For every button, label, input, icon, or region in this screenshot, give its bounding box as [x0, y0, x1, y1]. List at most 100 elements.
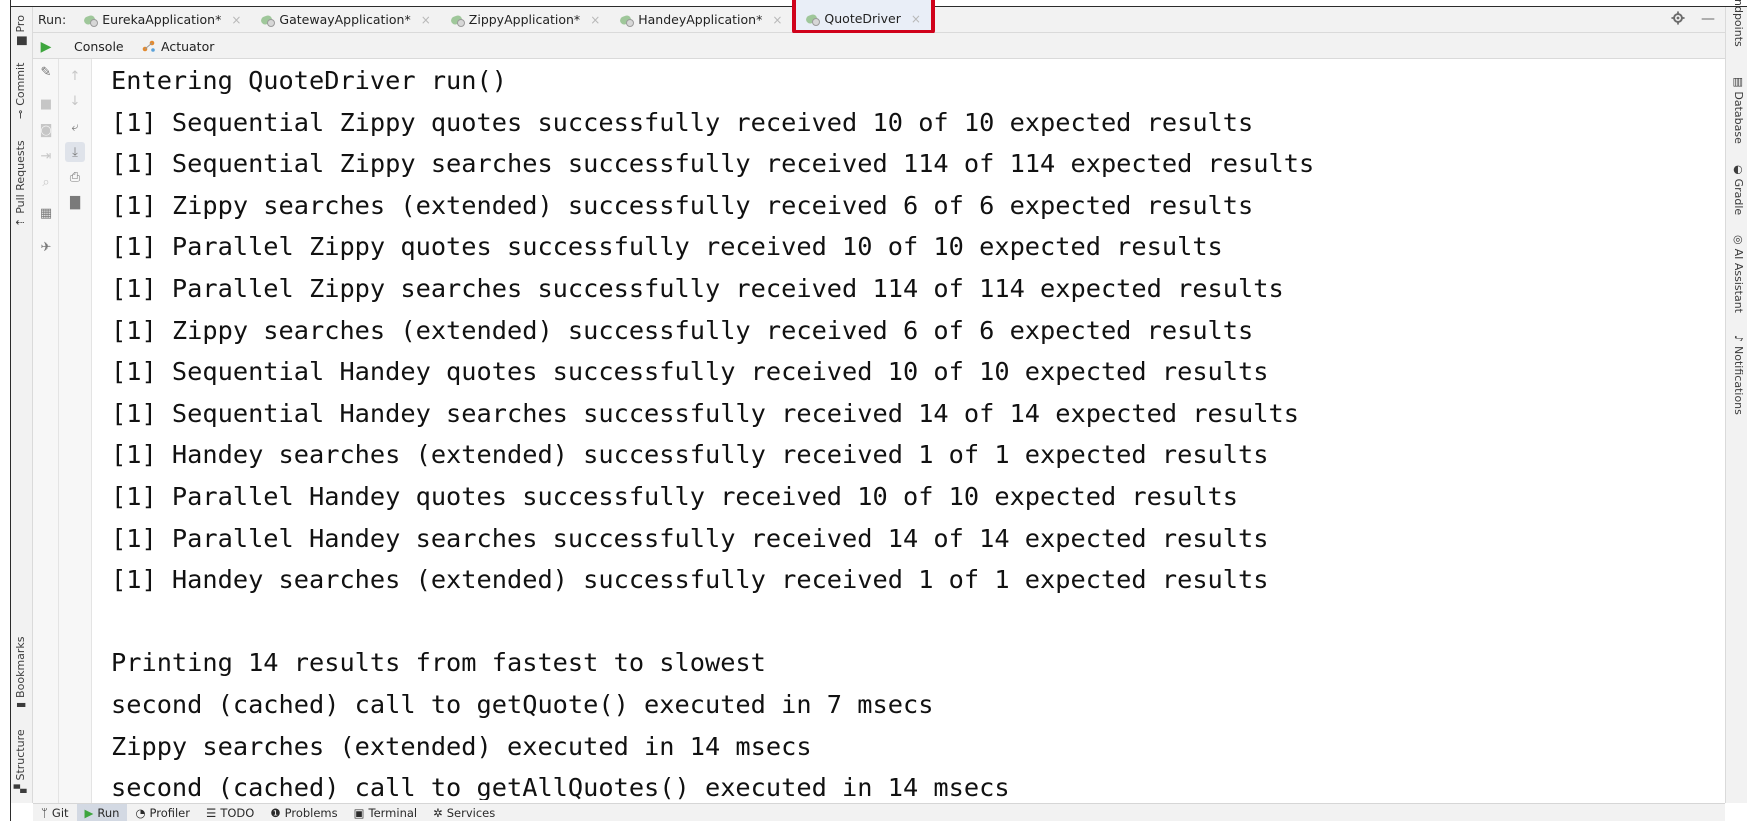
console-line: [1] Sequential Zippy quotes successfully… [111, 107, 1254, 137]
inspect-icon[interactable]: ⌕ [36, 172, 56, 192]
spring-boot-icon [619, 14, 635, 27]
sidebar-item-commit[interactable]: ⊸ Commit [14, 63, 27, 119]
bottom-tab-profiler[interactable]: ◔ Profiler [127, 804, 198, 821]
tab-gateway-application[interactable]: GatewayApplication* × [251, 7, 440, 33]
up-arrow-icon[interactable]: ↑ [65, 66, 85, 86]
scroll-to-end-icon[interactable]: ⤓ [65, 142, 85, 162]
run-tab-bar: Run: EurekaApplication* × GatewayApplica… [33, 0, 1725, 34]
console-line: [1] Parallel Zippy searches successfully… [111, 273, 1284, 303]
sidebar-item-project[interactable]: ▆ Pro [14, 15, 27, 45]
tab-bar-actions: — [1671, 11, 1715, 29]
sidebar-item-database[interactable]: ▤ Database [1732, 77, 1745, 144]
sidebar-item-structure[interactable]: ▞ Structure [14, 729, 27, 793]
console-toolbar: ↑ ↓ ⤶ ⤓ ⎙ ▇ [59, 59, 92, 803]
tab-label: HandeyApplication* [638, 12, 763, 27]
console-line: [1] Sequential Handey searches successfu… [111, 398, 1299, 428]
close-icon[interactable]: × [911, 12, 921, 26]
list-icon: ☰ [206, 805, 217, 820]
console-line: [1] Zippy searches (extended) successful… [111, 315, 1254, 345]
database-icon: ▤ [1732, 77, 1745, 88]
console-line: [1] Sequential Zippy searches successful… [111, 149, 1315, 179]
problems-icon: ❶ [270, 805, 281, 820]
sidebar-item-pull-requests[interactable]: ⇡ Pull Requests [14, 140, 27, 227]
tab-handey-application[interactable]: HandeyApplication* × [610, 7, 792, 33]
git-branch-icon: ᛘ [41, 805, 48, 820]
console-line: [1] Parallel Zippy quotes successfully r… [111, 232, 1223, 262]
sidebar-item-notifications[interactable]: ♪ Notifications [1732, 335, 1745, 415]
bottom-tab-git[interactable]: ᛘ Git [33, 804, 77, 821]
console-subtab-bar: Console Actuator [33, 33, 1725, 59]
down-arrow-icon[interactable]: ↓ [65, 91, 85, 111]
tab-actuator[interactable]: Actuator [142, 33, 214, 59]
spring-boot-icon [83, 14, 99, 27]
minimize-icon[interactable]: — [1701, 11, 1715, 29]
run-icon: ▶ [84, 805, 94, 820]
console-line: [1] Zippy searches (extended) successful… [111, 190, 1254, 220]
layout-icon[interactable]: ▦ [36, 203, 56, 223]
tab-zippy-application[interactable]: ZippyApplication* × [441, 7, 610, 33]
console-line: Zippy searches (extended) executed in 14… [111, 731, 812, 761]
sidebar-item-ai-assistant[interactable]: ◎ AI Assistant [1732, 235, 1745, 313]
bottom-tab-run[interactable]: ▶ Run [76, 803, 128, 821]
exit-icon[interactable]: ⇥ [36, 146, 56, 166]
console-line: Entering QuoteDriver run() [111, 66, 507, 95]
gradle-icon: ◒ [1732, 165, 1745, 175]
tab-eureka-application[interactable]: EurekaApplication* × [74, 7, 251, 33]
window-left-edge [0, 0, 11, 821]
spring-boot-icon [805, 13, 821, 26]
sidebar-item-endpoints[interactable]: ndpoints [1732, 0, 1745, 47]
tab-label: EurekaApplication* [102, 12, 222, 27]
print-icon[interactable]: ⎙ [65, 167, 85, 187]
ai-assistant-icon: ◎ [1732, 235, 1745, 245]
bottom-tab-problems[interactable]: ❶ Problems [262, 804, 345, 821]
bottom-tab-services[interactable]: ✲ Services [425, 804, 503, 821]
terminal-icon: ▣ [353, 805, 365, 820]
pull-request-icon: ⇡ [14, 217, 27, 227]
tab-console[interactable]: Console [74, 33, 124, 59]
right-tool-window-stripe: ndpoints ▤ Database ◒ Gradle ◎ AI Assist… [1725, 0, 1747, 803]
tab-label: QuoteDriver [824, 11, 901, 26]
close-icon[interactable]: × [231, 13, 241, 27]
console-line: second (cached) call to getAllQuotes() e… [111, 773, 1010, 800]
run-toolbar: ▶ ✎ ■ ◙ ⇥ ⌕ ▦ ✈ [33, 39, 59, 803]
structure-icon: ▞ [14, 784, 27, 793]
commit-icon: ⊸ [14, 109, 27, 119]
stop-icon[interactable]: ■ [36, 94, 56, 114]
tab-quote-driver[interactable]: QuoteDriver × [792, 0, 935, 34]
console-line: Printing 14 results from fastest to slow… [111, 648, 766, 678]
soft-wrap-icon[interactable]: ⤶ [65, 117, 85, 137]
profiler-icon: ◔ [135, 805, 146, 820]
tab-label: GatewayApplication* [279, 12, 411, 27]
bell-icon: ♪ [1732, 335, 1745, 343]
bookmark-icon: ▮ [14, 701, 27, 708]
bottom-tool-window-bar: ᛘ Git ▶ Run ◔ Profiler ☰ TODO ❶ Problems… [33, 803, 1725, 821]
console-output[interactable]: Entering QuoteDriver run() [1] Sequentia… [111, 60, 1711, 800]
rerun-icon[interactable]: ▶ [36, 37, 56, 57]
camera-icon[interactable]: ◙ [36, 120, 56, 140]
run-label: Run: [38, 12, 67, 27]
bottom-tab-terminal[interactable]: ▣ Terminal [346, 804, 425, 821]
pin-icon[interactable]: ✈ [36, 237, 56, 257]
actuator-icon [142, 40, 155, 52]
close-icon[interactable]: × [421, 13, 431, 27]
console-line: second (cached) call to getQuote() execu… [111, 689, 934, 719]
spring-boot-icon [450, 14, 465, 27]
trash-icon[interactable]: ▇ [65, 192, 85, 212]
console-line: [1] Sequential Handey quotes successfull… [111, 357, 1269, 387]
sidebar-item-gradle[interactable]: ◒ Gradle [1732, 165, 1745, 215]
console-line: [1] Parallel Handey quotes successfully … [111, 481, 1239, 511]
services-icon: ✲ [433, 805, 443, 820]
bottom-tab-todo[interactable]: ☰ TODO [198, 804, 262, 821]
close-icon[interactable]: × [590, 13, 600, 27]
spring-boot-icon [260, 14, 276, 27]
folder-icon: ▆ [14, 36, 27, 45]
gear-icon[interactable] [1671, 11, 1685, 29]
console-line: [1] Handey searches (extended) successfu… [111, 440, 1269, 470]
left-tool-window-stripe: ▆ Pro ⊸ Commit ⇡ Pull Requests ▮ Bookmar… [11, 7, 33, 803]
close-icon[interactable]: × [772, 13, 782, 27]
sidebar-item-bookmarks[interactable]: ▮ Bookmarks [14, 636, 27, 708]
tab-label: ZippyApplication* [468, 12, 581, 27]
wrench-icon[interactable]: ✎ [36, 62, 56, 82]
console-line: [1] Parallel Handey searches successfull… [111, 523, 1269, 553]
